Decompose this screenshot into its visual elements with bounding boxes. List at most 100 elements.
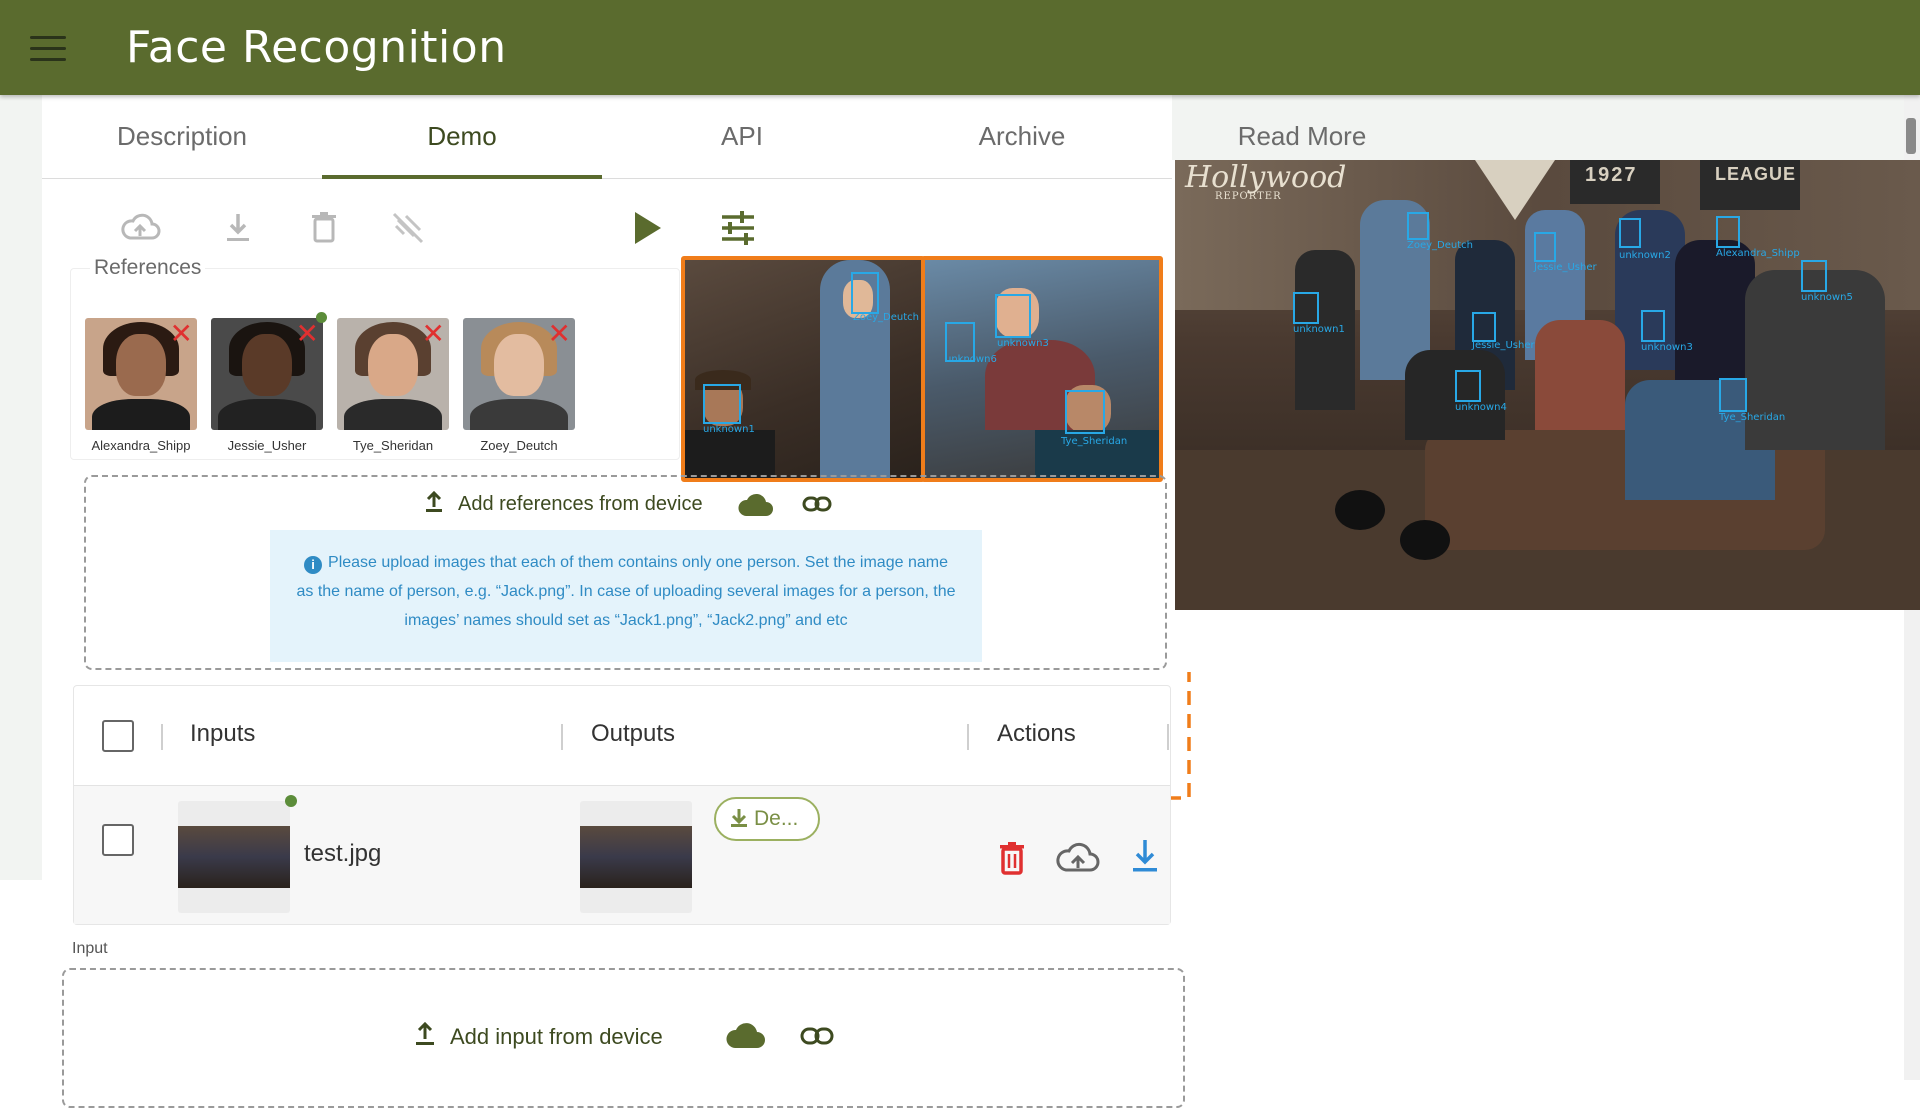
settings-sliders-icon[interactable] xyxy=(716,206,760,250)
face-label: unknown1 xyxy=(703,424,755,435)
remove-icon[interactable]: ✕ xyxy=(170,320,193,348)
header-outputs: Outputs xyxy=(591,720,676,747)
download-output-label: De... xyxy=(754,807,799,830)
face-box xyxy=(851,272,879,314)
banner-text: 1927 xyxy=(1585,164,1638,186)
input-filename: test.jpg xyxy=(304,840,382,867)
remove-icon[interactable]: ✕ xyxy=(548,320,571,348)
cloud-upload-icon[interactable] xyxy=(1056,838,1100,878)
tab-api[interactable]: API xyxy=(602,95,882,179)
header-inputs: Inputs xyxy=(190,720,256,747)
face-box xyxy=(1293,292,1319,324)
face-box xyxy=(1455,370,1481,402)
input-section-label: Input xyxy=(72,940,108,957)
references-info-box: i Please upload images that each of them … xyxy=(270,530,982,662)
add-references-label[interactable]: Add references from device xyxy=(458,493,703,516)
face-label: unknown3 xyxy=(997,338,1049,349)
reference-name: Alexandra_Shipp xyxy=(91,438,191,453)
info-icon: i xyxy=(304,556,323,574)
add-references-row: Add references from device xyxy=(424,490,703,518)
face-label: Zoey_Deutch xyxy=(853,312,919,323)
face-box xyxy=(703,384,741,424)
reference-card-tye[interactable]: ✕ Tye_Sheridan xyxy=(337,318,449,453)
reference-photo: ✕ xyxy=(85,318,197,430)
add-input-row: Add input from device xyxy=(414,1021,663,1051)
hollywood-reporter-logo: Hollywood REPORTER xyxy=(1185,160,1346,202)
add-input-label[interactable]: Add input from device xyxy=(450,1024,663,1050)
reference-photo: ✕ xyxy=(211,318,323,430)
face-label: Tye_Sheridan xyxy=(1719,412,1786,423)
reference-photo: ✕ xyxy=(337,318,449,430)
trash-icon[interactable] xyxy=(302,206,346,250)
reference-name: Tye_Sheridan xyxy=(352,438,434,453)
download-icon[interactable] xyxy=(1125,836,1165,876)
header-actions: Actions xyxy=(997,720,1076,747)
column-divider xyxy=(967,724,969,750)
upload-arrow-icon[interactable] xyxy=(424,490,444,518)
left-gutter xyxy=(0,95,42,880)
table-header: Inputs Outputs Actions xyxy=(74,686,1170,786)
face-box xyxy=(1472,312,1496,342)
cloud-icon[interactable] xyxy=(726,1022,766,1055)
face-label: unknown3 xyxy=(1641,342,1693,353)
remove-icon[interactable]: ✕ xyxy=(296,320,319,348)
face-box xyxy=(1534,232,1556,262)
page-title: Face Recognition xyxy=(126,22,507,73)
face-box xyxy=(1065,390,1105,434)
face-label: Tye_Sheridan xyxy=(1061,436,1128,447)
reference-card-zoey[interactable]: ✕ Zoey_Deutch xyxy=(463,318,575,453)
cloud-upload-icon[interactable] xyxy=(118,206,162,250)
face-box xyxy=(995,294,1031,338)
output-thumbnail[interactable] xyxy=(580,801,692,913)
tab-demo[interactable]: Demo xyxy=(322,95,602,179)
face-label: Jessie_Usher xyxy=(1534,262,1597,273)
selected-status-dot xyxy=(316,312,327,323)
face-box xyxy=(1619,218,1641,248)
references-label: References xyxy=(90,256,206,280)
delete-icon[interactable] xyxy=(992,838,1032,878)
info-text: Please upload images that each of them c… xyxy=(296,554,956,629)
face-label: Alexandra_Shipp xyxy=(1716,248,1800,259)
reference-card-jessie[interactable]: ✕ Jessie_Usher xyxy=(211,312,327,453)
face-box xyxy=(1407,212,1429,240)
face-label: unknown6 xyxy=(945,354,997,365)
face-label: unknown2 xyxy=(1619,250,1671,261)
face-label: Jessie_Usher xyxy=(1472,340,1535,351)
column-divider xyxy=(561,724,563,750)
face-label: Zoey_Deutch xyxy=(1407,240,1473,251)
tab-description[interactable]: Description xyxy=(42,95,322,179)
input-thumbnail[interactable] xyxy=(178,801,290,913)
download-icon[interactable] xyxy=(216,206,260,250)
upload-arrow-icon[interactable] xyxy=(414,1021,436,1051)
tab-archive[interactable]: Archive xyxy=(882,95,1162,179)
download-icon xyxy=(730,802,748,842)
face-box xyxy=(1716,216,1740,248)
app-header: Face Recognition xyxy=(0,0,1920,95)
column-divider xyxy=(1167,724,1169,750)
tab-read-more[interactable]: Read More xyxy=(1162,95,1367,179)
hamburger-menu-icon[interactable] xyxy=(30,36,66,62)
tab-bar: Description Demo API Archive Read More xyxy=(42,95,1367,179)
face-label: unknown5 xyxy=(1801,292,1853,303)
link-icon[interactable] xyxy=(800,1025,834,1052)
reference-card-alexandra[interactable]: ✕ Alexandra_Shipp xyxy=(85,318,197,453)
scrollbar-thumb[interactable] xyxy=(1906,118,1916,154)
preview-crop-left[interactable]: Zoey_Deutch unknown1 xyxy=(681,256,925,482)
face-label: unknown1 xyxy=(1293,324,1345,335)
face-box xyxy=(1719,378,1747,412)
reference-name: Zoey_Deutch xyxy=(480,438,558,453)
reference-name: Jessie_Usher xyxy=(227,438,307,453)
download-output-button[interactable]: De... xyxy=(714,797,820,841)
result-image[interactable]: Hollywood REPORTER 1927 LEAGUE Zoey_Deut… xyxy=(1175,160,1920,610)
remove-icon[interactable]: ✕ xyxy=(422,320,445,348)
link-icon[interactable] xyxy=(802,494,832,519)
face-box xyxy=(1801,260,1827,292)
preview-crop-right[interactable]: unknown3 unknown6 Tye_Sheridan xyxy=(921,256,1163,482)
select-all-checkbox[interactable] xyxy=(102,720,134,752)
no-link-icon[interactable] xyxy=(386,206,430,250)
reference-photo: ✕ xyxy=(463,318,575,430)
play-icon[interactable] xyxy=(625,206,669,250)
face-box xyxy=(1641,310,1665,342)
row-checkbox[interactable] xyxy=(102,824,134,856)
cloud-icon[interactable] xyxy=(738,492,774,523)
